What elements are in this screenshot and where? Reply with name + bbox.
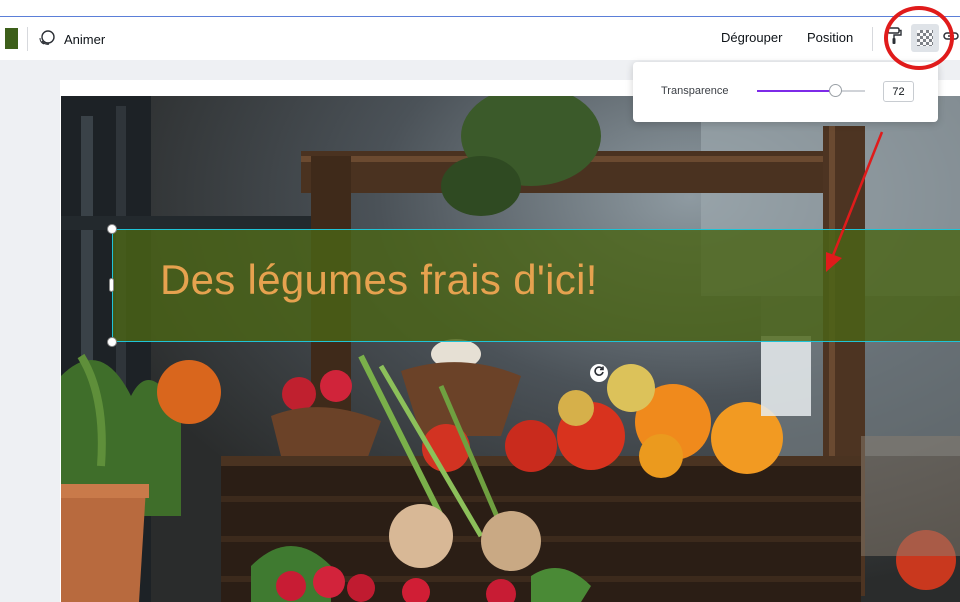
transparency-label: Transparence — [661, 85, 729, 97]
toolbar-top-border — [0, 16, 960, 17]
resize-handle-top-left[interactable] — [107, 224, 117, 234]
toolbar-divider — [27, 27, 28, 51]
animate-icon — [38, 29, 56, 50]
color-swatch[interactable] — [5, 28, 18, 49]
transparency-slider-thumb[interactable] — [828, 84, 842, 97]
ungroup-button[interactable]: Dégrouper — [721, 29, 782, 47]
animate-button[interactable]: Animer — [38, 26, 105, 52]
rotate-handle[interactable] — [590, 364, 608, 382]
transparency-slider[interactable] — [757, 84, 865, 97]
editor-toolbar: Animer Dégrouper Position — [0, 0, 960, 60]
transparency-popover: Transparence 72 — [633, 62, 938, 122]
transparency-slider-fill — [757, 90, 835, 92]
transparency-value-input[interactable]: 72 — [883, 81, 914, 102]
vegetable-crate-photo[interactable] — [61, 96, 960, 602]
headline-text[interactable]: Des légumes frais d'ici! — [160, 256, 598, 304]
resize-handle-left[interactable] — [109, 278, 114, 292]
highlight-circle-annotation — [884, 6, 954, 70]
resize-handle-bottom-left[interactable] — [107, 337, 117, 347]
animate-label: Animer — [64, 31, 106, 47]
headline-textbox[interactable]: Des légumes frais d'ici! — [112, 229, 960, 342]
rotate-icon — [593, 364, 605, 382]
toolbar-divider — [872, 27, 873, 51]
position-button[interactable]: Position — [807, 29, 853, 47]
